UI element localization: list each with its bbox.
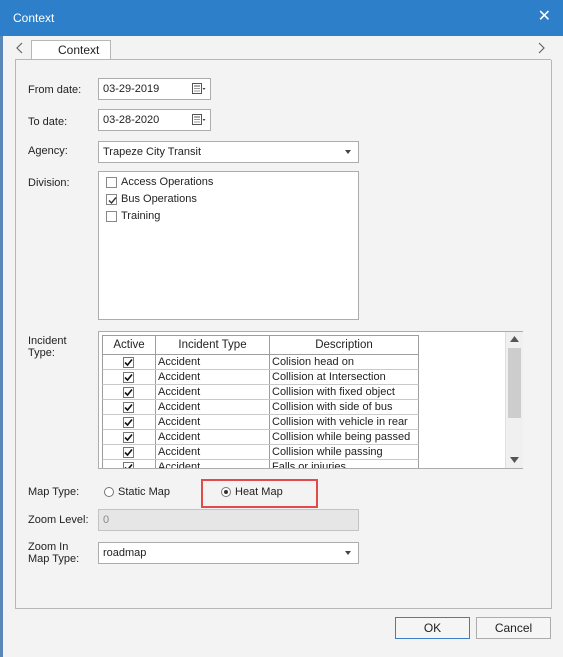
division-item-label: Bus Operations (121, 193, 197, 205)
column-header-incident-type[interactable]: Incident Type (155, 335, 270, 355)
scrollbar-thumb[interactable] (508, 348, 521, 418)
zoom-in-map-type-value: roadmap (103, 547, 147, 559)
active-checkbox[interactable] (123, 387, 134, 398)
highlight-box (201, 479, 318, 508)
calendar-icon[interactable] (192, 114, 206, 126)
active-checkbox[interactable] (123, 402, 134, 413)
incident-type-cell: Accident (155, 460, 270, 468)
active-cell[interactable] (102, 400, 156, 415)
active-checkbox[interactable] (123, 462, 134, 469)
table-row[interactable]: Accident Falls or injuries (102, 460, 422, 469)
division-item-label: Training (121, 210, 161, 222)
column-header-active[interactable]: Active (102, 335, 156, 355)
active-checkbox[interactable] (123, 432, 134, 443)
incident-type-cell: Accident (155, 355, 270, 370)
incident-type-grid: Active Incident Type Description Acciden… (98, 331, 523, 469)
scroll-up-icon[interactable] (510, 336, 519, 342)
ok-button[interactable]: OK (395, 617, 470, 639)
close-icon[interactable]: ✕ (538, 9, 551, 25)
scroll-down-icon[interactable] (510, 457, 519, 463)
active-cell[interactable] (102, 355, 156, 370)
table-row[interactable]: Accident Collision with vehicle in rear (102, 415, 422, 430)
active-checkbox[interactable] (123, 372, 134, 383)
description-cell: Collision with side of bus (269, 400, 419, 415)
zoom-level-label: Zoom Level: (28, 514, 89, 526)
to-date-value: 03-28-2020 (103, 114, 160, 126)
table-row[interactable]: Accident Colision head on (102, 355, 422, 370)
zoom-level-value: 0 (103, 514, 110, 526)
agency-label: Agency: (28, 145, 68, 157)
active-checkbox[interactable] (123, 417, 134, 428)
grid-scrollbar[interactable] (505, 332, 523, 468)
division-checkbox-bus-operations[interactable] (106, 194, 117, 205)
active-cell[interactable] (102, 430, 156, 445)
zoom-in-map-type-label: Zoom In (28, 541, 69, 553)
title-bar: Context ✕ (0, 0, 563, 36)
description-cell: Collision at Intersection (269, 370, 419, 385)
from-date-field[interactable]: 03-29-2019 (98, 78, 211, 100)
description-cell: Collision while passing (269, 445, 419, 460)
active-checkbox[interactable] (123, 447, 134, 458)
incident-type-cell: Accident (155, 445, 270, 460)
zoom-in-map-type-dropdown[interactable]: roadmap (98, 542, 359, 564)
tab-scroll-right-icon[interactable] (536, 42, 546, 54)
description-cell: Colision head on (269, 355, 419, 370)
table-row[interactable]: Accident Collision at Intersection (102, 370, 422, 385)
tab-label: Context (58, 43, 100, 57)
incident-type-label: Incident (28, 335, 67, 347)
agency-dropdown[interactable]: Trapeze City Transit (98, 141, 359, 163)
division-label: Division: (28, 177, 70, 189)
zoom-level-input: 0 (98, 509, 359, 531)
incident-type-cell: Accident (155, 430, 270, 445)
chevron-down-icon (345, 150, 351, 154)
active-cell[interactable] (102, 385, 156, 400)
active-cell[interactable] (102, 415, 156, 430)
table-row[interactable]: Accident Collision while passing (102, 445, 422, 460)
description-cell: Collision while being passed (269, 430, 419, 445)
incident-type-cell: Accident (155, 415, 270, 430)
tab-context[interactable]: Context (31, 40, 111, 60)
table-row[interactable]: Accident Collision with fixed object (102, 385, 422, 400)
calendar-icon[interactable] (192, 83, 206, 95)
description-cell: Falls or injuries (269, 460, 419, 468)
active-cell[interactable] (102, 445, 156, 460)
window-title: Context (13, 11, 55, 25)
column-header-description[interactable]: Description (269, 335, 419, 355)
table-row[interactable]: Accident Collision with side of bus (102, 400, 422, 415)
from-date-value: 03-29-2019 (103, 83, 160, 95)
checkmark-icon (108, 197, 117, 205)
incident-type-cell: Accident (155, 385, 270, 400)
table-row[interactable]: Accident Collision while being passed (102, 430, 422, 445)
from-date-label: From date: (28, 84, 82, 96)
cancel-button[interactable]: Cancel (476, 617, 551, 639)
zoom-in-map-type-label-line2: Map Type: (28, 553, 80, 565)
to-date-label: To date: (28, 116, 68, 128)
active-checkbox[interactable] (123, 357, 134, 368)
division-item-label: Access Operations (121, 176, 214, 188)
description-cell: Collision with vehicle in rear (269, 415, 419, 430)
map-type-label: Map Type: (28, 486, 80, 498)
chevron-down-icon (345, 551, 351, 555)
incident-type-label-line2: Type: (28, 347, 55, 359)
active-cell[interactable] (102, 460, 156, 469)
tab-scroll-left-icon[interactable] (15, 42, 25, 54)
incident-type-cell: Accident (155, 370, 270, 385)
to-date-field[interactable]: 03-28-2020 (98, 109, 211, 131)
radio-static-map[interactable] (104, 487, 114, 497)
division-checkbox-training[interactable] (106, 211, 117, 222)
description-cell: Collision with fixed object (269, 385, 419, 400)
division-checkbox-access-operations[interactable] (106, 177, 117, 188)
active-cell[interactable] (102, 370, 156, 385)
static-map-label: Static Map (118, 486, 170, 498)
agency-value: Trapeze City Transit (103, 146, 202, 158)
incident-type-cell: Accident (155, 400, 270, 415)
